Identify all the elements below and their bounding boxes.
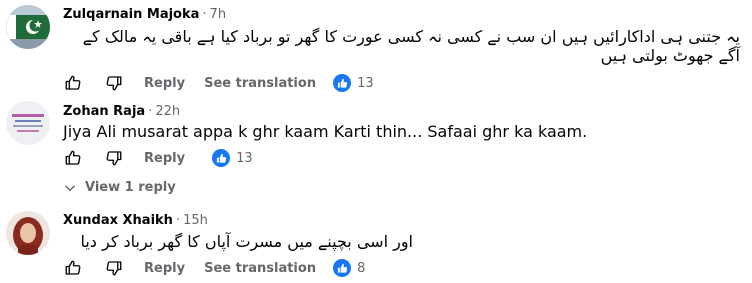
like-badge-icon [333, 259, 352, 277]
reply-button[interactable]: Reply [144, 151, 185, 166]
comment-header: Zohan Raja · 22h [63, 104, 180, 119]
separator-dot: · [148, 104, 153, 119]
thumbs-up-icon[interactable] [63, 73, 83, 93]
avatar[interactable] [6, 211, 50, 255]
avatar[interactable] [6, 5, 50, 49]
comment-actions: Reply 13 [63, 148, 253, 168]
timestamp[interactable]: 15h [183, 213, 208, 228]
thumbs-down-icon[interactable] [104, 258, 124, 278]
comment-actions: Reply See translation 8 [63, 258, 365, 278]
like-count: 8 [357, 260, 366, 276]
avatar[interactable] [6, 101, 50, 145]
see-translation-button[interactable]: See translation [204, 76, 316, 91]
reply-button[interactable]: Reply [144, 261, 185, 276]
view-replies-label: View 1 reply [85, 180, 176, 195]
separator-dot: · [202, 7, 207, 22]
comment-header: Xundax Xhaikh · 15h [63, 213, 208, 228]
text-graphic-avatar-icon [6, 101, 50, 145]
pakistan-flag-avatar-icon [6, 5, 50, 49]
comment-text: اور اسی بچپنے میں مسرت آپاں کا گھر برباد… [80, 232, 413, 251]
comment-text: Jiya Ali musarat appa k ghr kaam Karti t… [63, 122, 588, 141]
see-translation-button[interactable]: See translation [204, 261, 316, 276]
thumbs-up-icon[interactable] [63, 258, 83, 278]
author-name[interactable]: Xundax Xhaikh [63, 213, 173, 228]
reply-button[interactable]: Reply [144, 76, 185, 91]
thumbs-up-icon[interactable] [63, 148, 83, 168]
comment-actions: Reply See translation 13 [63, 73, 374, 93]
separator-dot: · [175, 213, 181, 228]
like-badge-icon [212, 149, 231, 167]
chevron-down-icon [65, 185, 75, 191]
timestamp[interactable]: 7h [210, 7, 227, 22]
author-name[interactable]: Zulqarnain Majoka [63, 7, 199, 22]
thumbs-down-icon[interactable] [104, 148, 124, 168]
view-replies-button[interactable]: View 1 reply [63, 180, 176, 195]
comment-header: Zulqarnain Majoka · 7h [63, 7, 226, 22]
like-count: 13 [236, 150, 253, 166]
comment-text: یہ جتنی ہی اداکارائیں ہیں ان سب نے کسی ن… [82, 27, 740, 65]
author-name[interactable]: Zohan Raja [63, 104, 145, 119]
like-badge-icon [333, 74, 352, 92]
timestamp[interactable]: 22h [155, 104, 180, 119]
portrait-avatar-icon [6, 211, 50, 255]
like-count: 13 [357, 75, 374, 91]
thumbs-down-icon[interactable] [104, 73, 124, 93]
